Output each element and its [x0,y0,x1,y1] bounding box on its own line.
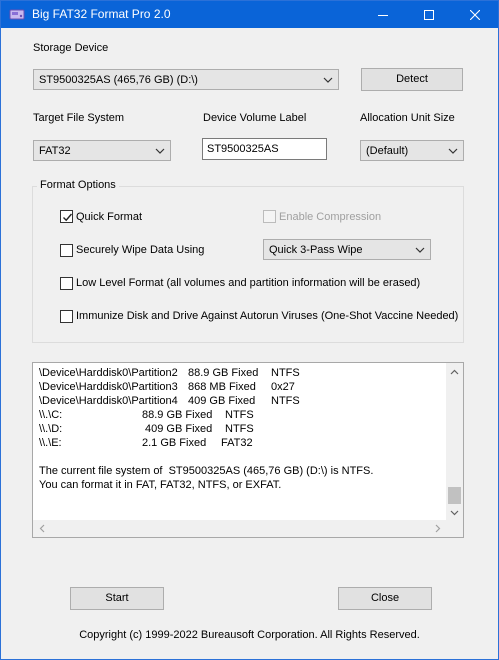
minimize-icon [378,14,388,16]
log-row: \Device\Harddisk0\Partition2 88.9 GB Fixe… [39,367,300,379]
enable-compression-label: Enable Compression [279,211,382,223]
checkmark-icon [63,213,73,222]
close-button[interactable]: Close [338,587,432,610]
immunize-label: Immunize Disk and Drive Against Autorun … [76,310,459,322]
immunize-checkbox[interactable] [60,310,73,323]
enable-compression-checkbox [263,210,276,223]
app-icon [9,9,25,20]
chevron-up-icon [450,369,459,374]
detect-button[interactable]: Detect [361,68,463,91]
chevron-down-icon [450,510,459,515]
log-row: \\.\D: 409 GB Fixed NTFS [39,423,254,435]
chevron-down-icon [415,247,425,253]
chevron-down-icon [155,148,165,154]
storage-device-label: Storage Device [33,42,109,54]
log-blank [39,451,439,465]
app-window: Big FAT32 Format Pro 2.0 Storage Device … [0,0,499,660]
start-button[interactable]: Start [70,587,164,610]
device-info-log[interactable]: \Device\Harddisk0\Partition2 88.9 GB Fixe… [32,362,464,538]
scroll-left-button[interactable] [33,520,50,537]
secure-wipe-checkbox[interactable] [60,244,73,257]
window-title: Big FAT32 Format Pro 2.0 [32,7,171,21]
minimize-button[interactable] [360,1,406,28]
chevron-down-icon [448,148,458,154]
volume-label-label: Device Volume Label [203,112,307,124]
close-window-button[interactable] [452,1,498,28]
log-row: \\.\E: 2.1 GB Fixed FAT32 [39,437,253,449]
target-fs-value: FAT32 [39,145,71,157]
quick-format-checkbox[interactable] [60,210,73,223]
allocation-size-label: Allocation Unit Size [360,112,455,124]
log-row: \\.\C: 88.9 GB Fixed NTFS [39,409,254,421]
wipe-method-value: Quick 3-Pass Wipe [269,244,363,256]
chevron-left-icon [39,524,44,533]
allocation-size-value: (Default) [366,145,409,157]
log-message: The current file system of ST9500325AS (… [39,465,374,477]
target-fs-label: Target File System [33,112,125,124]
low-level-format-label: Low Level Format (all volumes and partit… [76,277,421,289]
maximize-button[interactable] [406,1,452,28]
low-level-format-checkbox[interactable] [60,277,73,290]
secure-wipe-label: Securely Wipe Data Using [76,244,205,256]
storage-device-select[interactable]: ST9500325AS (465,76 GB) (D:\) [33,69,339,90]
scroll-up-button[interactable] [446,363,463,380]
storage-device-value: ST9500325AS (465,76 GB) (D:\) [39,74,198,86]
chevron-down-icon [323,77,333,83]
volume-label-input[interactable]: ST9500325AS [202,138,327,160]
scroll-thumb[interactable] [448,487,461,504]
log-message: You can format it in FAT, FAT32, NTFS, o… [39,479,282,491]
close-icon [470,9,480,20]
volume-label-value: ST9500325AS [207,143,279,155]
scroll-down-button[interactable] [446,504,463,521]
vertical-scrollbar[interactable] [446,363,463,521]
scroll-right-button[interactable] [429,520,446,537]
target-fs-select[interactable]: FAT32 [33,140,171,161]
copyright-text: Copyright (c) 1999-2022 Bureausoft Corpo… [79,629,420,641]
log-row: \Device\Harddisk0\Partition3 868 MB Fixed… [39,381,295,393]
allocation-size-select[interactable]: (Default) [360,140,464,161]
chevron-right-icon [435,524,440,533]
wipe-method-select[interactable]: Quick 3-Pass Wipe [263,239,431,260]
quick-format-label: Quick Format [76,211,143,223]
title-bar[interactable]: Big FAT32 Format Pro 2.0 [1,1,498,28]
horizontal-scrollbar[interactable] [33,520,463,537]
maximize-icon [424,9,434,20]
log-row: \Device\Harddisk0\Partition4 409 GB Fixed… [39,395,300,407]
format-options-title: Format Options [37,179,119,191]
